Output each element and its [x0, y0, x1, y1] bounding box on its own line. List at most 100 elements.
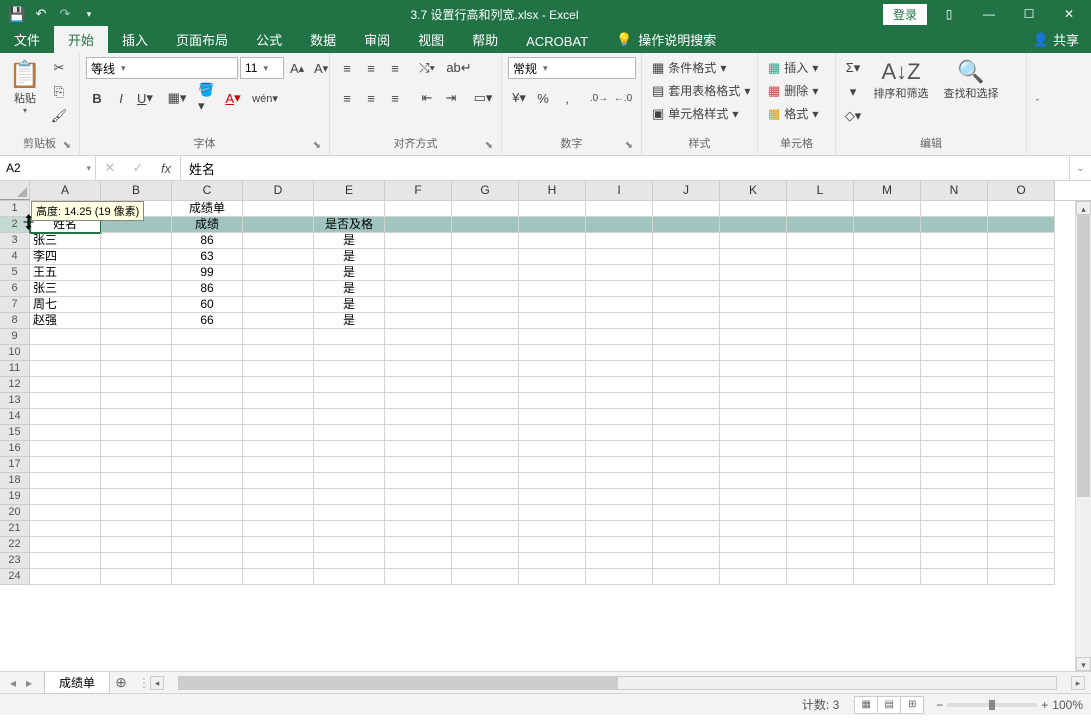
- cell[interactable]: [854, 409, 921, 425]
- cell[interactable]: [586, 457, 653, 473]
- cell[interactable]: [101, 473, 172, 489]
- cell[interactable]: [385, 313, 452, 329]
- cell[interactable]: [243, 281, 314, 297]
- cell[interactable]: [988, 217, 1055, 233]
- zoom-value[interactable]: 100%: [1052, 698, 1083, 712]
- cancel-formula-icon[interactable]: ✕: [96, 160, 124, 176]
- row-header[interactable]: 3: [0, 233, 30, 249]
- spreadsheet-grid[interactable]: ABCDEFGHIJKLMNO 1成绩单高度: 14.25 (19 像素)2姓名…: [0, 181, 1091, 671]
- cell[interactable]: [586, 281, 653, 297]
- row-header[interactable]: 8: [0, 313, 30, 329]
- merge-center-icon[interactable]: ▭▾: [472, 87, 494, 109]
- cell[interactable]: [172, 489, 243, 505]
- cell[interactable]: [243, 313, 314, 329]
- row-header[interactable]: 14: [0, 409, 30, 425]
- col-header-L[interactable]: L: [787, 181, 854, 200]
- cell[interactable]: [101, 361, 172, 377]
- cell[interactable]: [787, 473, 854, 489]
- row-header[interactable]: 9: [0, 329, 30, 345]
- cell[interactable]: [314, 505, 385, 521]
- cell[interactable]: [101, 505, 172, 521]
- cell[interactable]: [988, 345, 1055, 361]
- cell[interactable]: [385, 473, 452, 489]
- cell[interactable]: [921, 233, 988, 249]
- cell[interactable]: [653, 297, 720, 313]
- cell[interactable]: [586, 265, 653, 281]
- cell[interactable]: [172, 345, 243, 361]
- cell[interactable]: [452, 457, 519, 473]
- cell[interactable]: [452, 233, 519, 249]
- cell[interactable]: [988, 505, 1055, 521]
- cell[interactable]: [921, 473, 988, 489]
- sheet-nav-prev-icon[interactable]: ◂: [6, 676, 20, 690]
- cell[interactable]: [854, 441, 921, 457]
- orientation-icon[interactable]: ⤭▾: [416, 57, 438, 79]
- scroll-down-icon[interactable]: ▾: [1076, 657, 1091, 671]
- cell[interactable]: [452, 217, 519, 233]
- cell[interactable]: [921, 297, 988, 313]
- cell[interactable]: [921, 217, 988, 233]
- row-header[interactable]: 18: [0, 473, 30, 489]
- cell[interactable]: [720, 473, 787, 489]
- increase-font-icon[interactable]: A▴: [286, 57, 308, 79]
- cell[interactable]: [30, 537, 101, 553]
- cut-icon[interactable]: ✂: [48, 57, 70, 79]
- cell[interactable]: [243, 553, 314, 569]
- cell[interactable]: [586, 473, 653, 489]
- cell[interactable]: [854, 265, 921, 281]
- cell[interactable]: [30, 345, 101, 361]
- cell[interactable]: [30, 473, 101, 489]
- cell[interactable]: [519, 313, 586, 329]
- cell[interactable]: [586, 393, 653, 409]
- cell[interactable]: 99: [172, 265, 243, 281]
- cell[interactable]: [314, 377, 385, 393]
- cell[interactable]: [988, 441, 1055, 457]
- cell[interactable]: [101, 281, 172, 297]
- cell[interactable]: [787, 361, 854, 377]
- cell[interactable]: [243, 201, 314, 217]
- cell[interactable]: [385, 249, 452, 265]
- cell-styles-button[interactable]: ▣单元格样式▾: [648, 103, 742, 124]
- cell[interactable]: [988, 457, 1055, 473]
- cell[interactable]: [988, 489, 1055, 505]
- cell[interactable]: [854, 553, 921, 569]
- font-launcher-icon[interactable]: ⬊: [313, 140, 321, 151]
- tab-home[interactable]: 开始: [54, 26, 108, 53]
- col-header-K[interactable]: K: [720, 181, 787, 200]
- cell[interactable]: [854, 329, 921, 345]
- cell[interactable]: [854, 505, 921, 521]
- cell[interactable]: [172, 409, 243, 425]
- cell[interactable]: [787, 457, 854, 473]
- cell[interactable]: [519, 297, 586, 313]
- cell[interactable]: [385, 297, 452, 313]
- decrease-indent-icon[interactable]: ⇤: [416, 87, 438, 109]
- cell[interactable]: [988, 329, 1055, 345]
- cell[interactable]: [385, 281, 452, 297]
- cell[interactable]: [720, 329, 787, 345]
- cell[interactable]: [314, 201, 385, 217]
- cell[interactable]: [586, 377, 653, 393]
- row-header[interactable]: 23: [0, 553, 30, 569]
- name-box[interactable]: A2▾: [0, 156, 96, 180]
- col-header-C[interactable]: C: [172, 181, 243, 200]
- cell[interactable]: [243, 505, 314, 521]
- cell[interactable]: [988, 313, 1055, 329]
- cell[interactable]: [452, 377, 519, 393]
- cell[interactable]: [653, 201, 720, 217]
- number-format-combo[interactable]: 常规▾: [508, 57, 636, 79]
- cell[interactable]: [787, 489, 854, 505]
- cell[interactable]: [854, 297, 921, 313]
- cell[interactable]: [787, 537, 854, 553]
- cell[interactable]: [787, 265, 854, 281]
- cell[interactable]: [519, 377, 586, 393]
- cell[interactable]: 63: [172, 249, 243, 265]
- cell[interactable]: [787, 505, 854, 521]
- cell[interactable]: [787, 233, 854, 249]
- format-as-table-button[interactable]: ▤套用表格格式▾: [648, 80, 754, 101]
- cell[interactable]: [30, 361, 101, 377]
- cell[interactable]: [452, 313, 519, 329]
- cell[interactable]: [243, 249, 314, 265]
- align-middle-icon[interactable]: ≡: [360, 57, 382, 79]
- cell[interactable]: [720, 489, 787, 505]
- cell[interactable]: [385, 489, 452, 505]
